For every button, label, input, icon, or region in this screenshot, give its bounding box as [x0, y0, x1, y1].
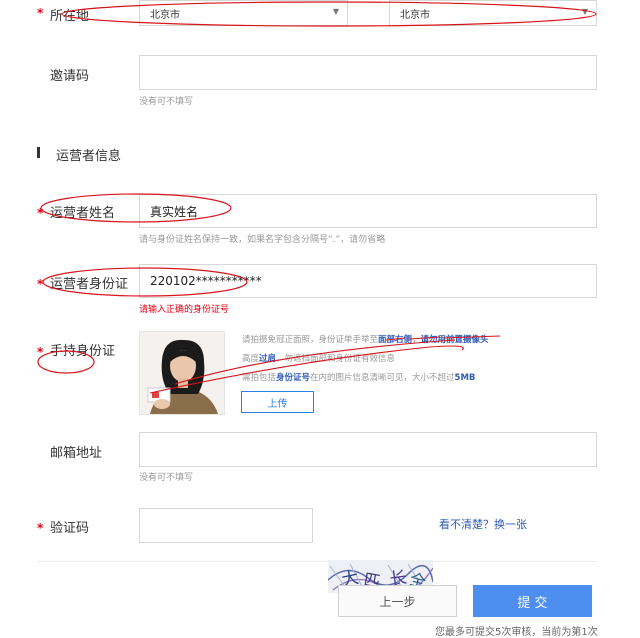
- operator-name-label: 运营者姓名: [50, 206, 116, 221]
- note-line: 高度过肩，勿遮挡面部和身份证有效信息: [242, 350, 489, 369]
- operator-name-hint: 请与身份证姓名保持一致，如果名字包含分隔号“.”，请勿省略: [139, 235, 386, 245]
- province-select[interactable]: 北京市 ▼: [139, 0, 348, 26]
- footer-note: 您最多可提交5次审核，当前为第1次: [435, 627, 598, 638]
- chevron-down-icon: ▼: [332, 7, 339, 16]
- operator-id-value: 220102***********: [150, 274, 262, 288]
- note-text: ，: [412, 335, 421, 345]
- required-mark: *: [37, 521, 44, 535]
- prev-step-button[interactable]: 上一步: [338, 585, 457, 617]
- handheld-id-label: 手持身份证: [50, 344, 116, 359]
- captcha-label: 验证码: [50, 521, 90, 536]
- note-emphasis: 面部右侧: [378, 335, 413, 345]
- annotation-overlay: [37, 1, 597, 394]
- note-emphasis: 请勿用前置摄像头: [420, 335, 489, 345]
- note-line: 需拍包括身份证号在内的图片信息清晰可见，大小不超过5MB: [242, 369, 489, 388]
- upload-button[interactable]: 上传: [241, 391, 314, 413]
- chevron-down-icon: ▼: [581, 7, 588, 16]
- note-text: 高度: [242, 354, 260, 364]
- note-text: 请拍摄免冠正面照，身份证单手举至: [242, 335, 379, 345]
- operator-id-error: 请输入正确的身份证号: [139, 305, 230, 315]
- invite-code-input[interactable]: [139, 55, 597, 90]
- section-bar: [37, 147, 40, 158]
- city-select[interactable]: 北京市 ▼: [389, 0, 597, 26]
- note-text: ，勿遮挡面部和身份证有效信息: [276, 354, 396, 364]
- city-value: 北京市: [400, 9, 430, 21]
- note-emphasis: 身份证号: [276, 373, 311, 383]
- divider: [37, 561, 597, 562]
- operator-id-label: 运营者身份证: [50, 277, 129, 292]
- email-input[interactable]: [139, 432, 597, 467]
- email-hint: 没有可不填写: [139, 473, 194, 483]
- required-mark: *: [37, 206, 44, 220]
- captcha-input[interactable]: [139, 508, 313, 543]
- invite-label: 邀请码: [50, 69, 90, 84]
- section-title: 运营者信息: [56, 149, 122, 164]
- note-line: 请拍摄免冠正面照，身份证单手举至面部右侧，请勿用前置摄像头: [242, 331, 489, 350]
- email-label: 邮箱地址: [50, 446, 103, 461]
- note-emphasis: 5MB: [454, 373, 476, 383]
- sample-photo-illustration: [140, 332, 224, 414]
- operator-name-value: 真实姓名: [150, 204, 199, 219]
- note-text: 需拍包括: [242, 373, 277, 383]
- invite-hint: 没有可不填写: [139, 97, 194, 107]
- note-text: 在内的图片信息清晰可见，大小不超过: [310, 373, 455, 383]
- handheld-notes: 请拍摄免冠正面照，身份证单手举至面部右侧，请勿用前置摄像头 高度过肩，勿遮挡面部…: [242, 331, 489, 388]
- required-mark: *: [37, 277, 44, 291]
- submit-button[interactable]: 提 交: [473, 585, 592, 617]
- province-value: 北京市: [150, 9, 180, 21]
- required-mark: *: [37, 345, 44, 359]
- operator-id-input[interactable]: 220102***********: [139, 264, 597, 298]
- note-emphasis: 过肩: [259, 354, 277, 364]
- operator-name-input[interactable]: 真实姓名: [139, 194, 597, 228]
- required-mark: *: [37, 6, 44, 20]
- sample-photo: [139, 331, 225, 415]
- refresh-captcha-link[interactable]: 看不清楚？换一张: [439, 516, 527, 532]
- location-label: 所在地: [50, 9, 90, 24]
